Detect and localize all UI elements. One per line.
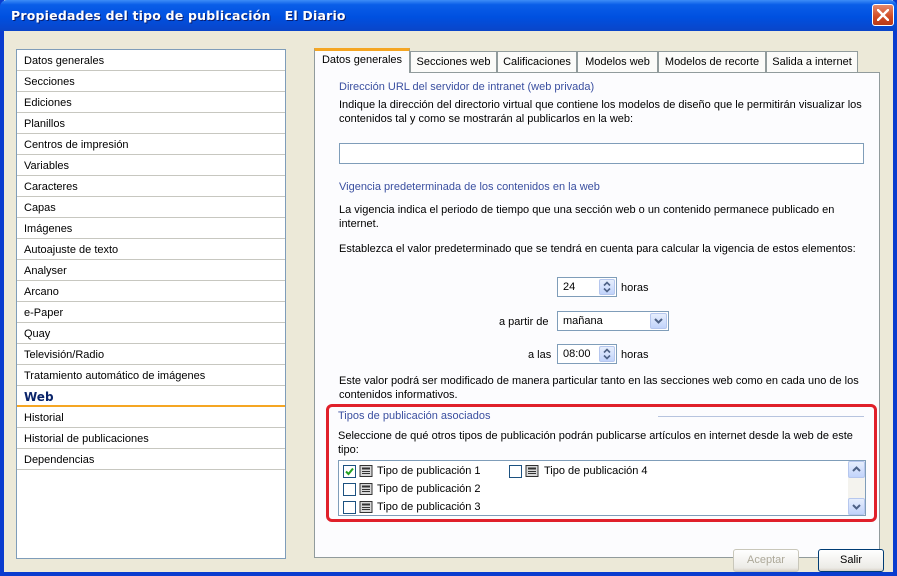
exit-button[interactable]: Salir bbox=[818, 549, 884, 572]
from-select-dropdown-button[interactable] bbox=[650, 313, 667, 329]
category-item-dependencias[interactable]: Dependencias bbox=[17, 449, 285, 470]
validity-section-title: Vigencia predeterminada de los contenido… bbox=[339, 181, 600, 193]
hours-spin-buttons[interactable] bbox=[599, 279, 615, 295]
from-label: a partir de bbox=[499, 316, 549, 328]
time-spinner[interactable]: 08:00 bbox=[557, 344, 617, 364]
publication-list-scrollbar[interactable] bbox=[848, 461, 865, 515]
checkmark-icon bbox=[345, 467, 354, 476]
category-item-television-radio[interactable]: Televisión/Radio bbox=[17, 344, 285, 365]
checkbox-tipo-1[interactable] bbox=[343, 465, 356, 478]
category-list: Datos generales Secciones Ediciones Plan… bbox=[16, 49, 286, 559]
hours-value: 24 bbox=[563, 281, 576, 293]
checkbox-tipo-2[interactable] bbox=[343, 483, 356, 496]
checkbox-tipo-3[interactable] bbox=[343, 501, 356, 514]
scroll-down-button[interactable] bbox=[848, 498, 865, 515]
category-item-secciones[interactable]: Secciones bbox=[17, 71, 285, 92]
newspaper-icon bbox=[359, 483, 373, 495]
category-item-e-paper[interactable]: e-Paper bbox=[17, 302, 285, 323]
category-item-imagenes[interactable]: Imágenes bbox=[17, 218, 285, 239]
time-unit: horas bbox=[621, 349, 649, 361]
chevron-down-icon bbox=[852, 504, 861, 510]
publication-type-label: Tipo de publicación 1 bbox=[377, 465, 481, 477]
chevron-down-icon bbox=[654, 318, 663, 324]
from-select-value: mañana bbox=[563, 315, 603, 327]
category-item-quay[interactable]: Quay bbox=[17, 323, 285, 344]
publication-type-label: Tipo de publicación 2 bbox=[377, 483, 481, 495]
category-item-historial[interactable]: Historial bbox=[17, 407, 285, 428]
window-title-main: Propiedades del tipo de publicación bbox=[11, 8, 271, 23]
category-item-centros-de-impresion[interactable]: Centros de impresión bbox=[17, 134, 285, 155]
category-item-autoajuste-de-texto[interactable]: Autoajuste de texto bbox=[17, 239, 285, 260]
tab-modelos-web[interactable]: Modelos web bbox=[577, 51, 658, 72]
validity-note-line1: Este valor podrá ser modificado de maner… bbox=[339, 375, 859, 387]
from-select[interactable]: mañana bbox=[557, 311, 669, 331]
tab-datos-generales[interactable]: Datos generales bbox=[314, 48, 410, 73]
category-item-tratamiento-automatico[interactable]: Tratamiento automático de imágenes bbox=[17, 365, 285, 386]
validity-desc-line2: internet. bbox=[339, 218, 379, 230]
category-item-historial-de-publicaciones[interactable]: Historial de publicaciones bbox=[17, 428, 285, 449]
newspaper-icon bbox=[359, 465, 373, 477]
dialog-body: Datos generales Secciones Ediciones Plan… bbox=[4, 31, 893, 572]
time-value: 08:00 bbox=[563, 348, 591, 360]
associated-section-divider bbox=[658, 416, 864, 417]
category-item-capas[interactable]: Capas bbox=[17, 197, 285, 218]
publication-types-list[interactable]: Tipo de publicación 1 Tipo de publicació… bbox=[338, 460, 866, 516]
chevron-up-icon bbox=[852, 466, 861, 472]
category-item-analyser[interactable]: Analyser bbox=[17, 260, 285, 281]
category-item-planillos[interactable]: Planillos bbox=[17, 113, 285, 134]
category-item-variables[interactable]: Variables bbox=[17, 155, 285, 176]
properties-dialog: Propiedades del tipo de publicación El Di… bbox=[0, 0, 897, 576]
close-button[interactable] bbox=[872, 4, 894, 26]
category-item-ediciones[interactable]: Ediciones bbox=[17, 92, 285, 113]
category-item-caracteres[interactable]: Caracteres bbox=[17, 176, 285, 197]
associated-section-title: Tipos de publicación asociados bbox=[338, 410, 491, 422]
time-spin-buttons[interactable] bbox=[599, 346, 615, 362]
url-section-desc-line2: contenidos tal y como se mostrarán al pu… bbox=[339, 113, 634, 125]
newspaper-icon bbox=[359, 501, 373, 513]
tab-secciones-web[interactable]: Secciones web bbox=[410, 51, 497, 72]
window-title-subtitle: El Diario bbox=[284, 8, 346, 23]
spin-arrows-icon bbox=[603, 281, 611, 293]
category-item-datos-generales[interactable]: Datos generales bbox=[17, 50, 285, 71]
validity-note-line2: contenidos informativos. bbox=[339, 389, 458, 401]
tab-modelos-de-recorte[interactable]: Modelos de recorte bbox=[658, 51, 766, 72]
scroll-up-button[interactable] bbox=[848, 461, 865, 478]
associated-desc-line2: tipo: bbox=[338, 444, 359, 456]
checkbox-tipo-4[interactable] bbox=[509, 465, 522, 478]
newspaper-icon bbox=[525, 465, 539, 477]
close-icon bbox=[877, 9, 889, 21]
hours-spinner[interactable]: 24 bbox=[557, 277, 617, 297]
url-section-title: Dirección URL del servidor de intranet (… bbox=[339, 81, 595, 93]
publication-type-label: Tipo de publicación 4 bbox=[544, 465, 648, 477]
hours-unit: horas bbox=[621, 282, 649, 294]
category-item-arcano[interactable]: Arcano bbox=[17, 281, 285, 302]
window-title: Propiedades del tipo de publicación El Di… bbox=[11, 8, 346, 23]
associated-desc-line1: Seleccione de qué otros tipos de publica… bbox=[338, 430, 853, 442]
accept-button[interactable]: Aceptar bbox=[733, 549, 799, 572]
validity-default-text: Establezca el valor predeterminado que s… bbox=[339, 243, 856, 255]
validity-desc-line1: La vigencia indica el periodo de tiempo … bbox=[339, 204, 835, 216]
at-label: a las bbox=[528, 349, 552, 361]
category-item-web[interactable]: Web bbox=[17, 386, 285, 407]
title-bar[interactable]: Propiedades del tipo de publicación El Di… bbox=[0, 0, 897, 31]
tab-salida-a-internet[interactable]: Salida a internet bbox=[766, 51, 858, 72]
spin-arrows-icon bbox=[603, 348, 611, 360]
publication-type-label: Tipo de publicación 3 bbox=[377, 501, 481, 513]
url-input[interactable] bbox=[339, 143, 864, 164]
url-section-desc-line1: Indique la dirección del directorio virt… bbox=[339, 99, 862, 111]
tab-calificaciones[interactable]: Calificaciones bbox=[497, 51, 577, 72]
